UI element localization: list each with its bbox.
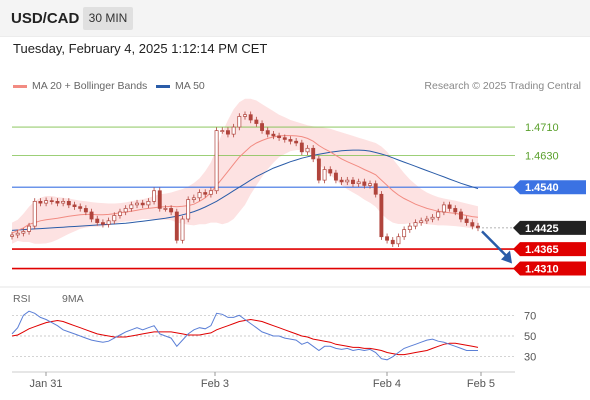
candle-body xyxy=(430,216,435,220)
candle-body xyxy=(89,211,94,220)
candle-body xyxy=(146,200,151,206)
candle-body xyxy=(55,200,60,204)
candle-body xyxy=(118,211,122,216)
candle-body xyxy=(15,232,20,236)
candle-body xyxy=(203,192,208,195)
candle-body xyxy=(464,218,469,223)
candle-body xyxy=(351,179,355,185)
candle-body xyxy=(112,215,117,222)
candle-body xyxy=(294,140,299,144)
candle-body xyxy=(362,181,367,186)
candle-body xyxy=(339,179,344,183)
candle-body xyxy=(373,183,378,195)
candle-body xyxy=(237,116,242,128)
candle-body xyxy=(208,190,213,195)
candle-body xyxy=(27,225,31,232)
forecast-arrow xyxy=(481,230,508,258)
candle-body xyxy=(226,130,230,135)
current-price-label: 1.4425 xyxy=(525,223,559,235)
candle-body xyxy=(152,190,157,202)
candle-body xyxy=(333,172,338,181)
x-tick-label: Feb 3 xyxy=(201,378,229,390)
candle-body xyxy=(345,179,350,183)
candle-body xyxy=(436,211,441,218)
price-chart: 1.4710 1.4630 1.4540 1.4365 1.4310 1.4425 70 50… xyxy=(0,98,590,390)
candle-body xyxy=(191,197,196,200)
candle-body xyxy=(21,231,26,234)
candle-body xyxy=(231,126,236,135)
candle-body xyxy=(180,218,185,241)
level-label: 1.4710 xyxy=(525,122,559,134)
candle-body xyxy=(163,208,168,210)
candle-body xyxy=(106,220,111,225)
candle-body xyxy=(140,202,145,206)
candle-body xyxy=(260,123,264,131)
level-label: 1.4540 xyxy=(525,182,559,194)
candle-body xyxy=(424,218,429,222)
rsi-tick-label: 70 xyxy=(524,310,536,322)
rsi-tick-label: 30 xyxy=(524,352,536,364)
candle-body xyxy=(407,225,412,230)
candle-body xyxy=(447,204,452,209)
candle-body xyxy=(441,204,446,213)
rsi-line xyxy=(11,310,478,361)
candle-body xyxy=(123,208,128,213)
candle-body xyxy=(379,193,384,238)
x-tick-label: Feb 5 xyxy=(467,378,495,390)
candle-body xyxy=(248,114,253,121)
candle-body xyxy=(419,220,424,223)
candle-body xyxy=(49,200,54,202)
candle-body xyxy=(299,142,304,153)
candle-body xyxy=(265,130,270,135)
candle-body xyxy=(95,218,100,223)
candle-body xyxy=(83,208,88,213)
candle-body xyxy=(322,169,327,181)
candle-body xyxy=(316,158,321,181)
candle-body xyxy=(368,183,372,186)
candle-body xyxy=(72,204,77,208)
candle-body xyxy=(186,199,191,220)
candle-body xyxy=(271,133,276,137)
candle-body xyxy=(243,114,247,117)
candle-body xyxy=(254,119,259,124)
candle-body xyxy=(197,192,202,199)
candle-body xyxy=(282,137,287,140)
candle-body xyxy=(135,202,139,206)
candle-body xyxy=(174,211,179,241)
candle-body xyxy=(157,190,162,209)
candle-body xyxy=(356,181,361,185)
candle-body xyxy=(396,236,401,245)
candle-body xyxy=(470,222,475,227)
candle-body xyxy=(277,135,282,139)
x-tick-label: Feb 4 xyxy=(373,378,401,390)
bollinger-band xyxy=(12,98,478,244)
rsi-tick-label: 50 xyxy=(524,331,536,343)
level-label: 1.4630 xyxy=(525,150,559,162)
candle-body xyxy=(220,130,225,132)
candle-body xyxy=(402,229,407,238)
candle-body xyxy=(38,200,43,204)
candle-body xyxy=(10,234,14,237)
x-tick-label: Jan 31 xyxy=(29,378,62,390)
candle-body xyxy=(311,147,316,160)
candle-body xyxy=(66,200,71,206)
candle-body xyxy=(328,169,333,174)
candle-body xyxy=(32,200,37,227)
candle-body xyxy=(453,208,458,213)
candle-body xyxy=(459,211,463,220)
candle-body xyxy=(61,200,66,204)
candle-body xyxy=(169,208,174,213)
candle-body xyxy=(385,236,390,241)
level-label: 1.4365 xyxy=(525,244,559,256)
candle-body xyxy=(390,239,395,245)
level-label: 1.4310 xyxy=(525,264,559,276)
candle-body xyxy=(305,147,310,153)
candle-body xyxy=(44,200,49,204)
candle-body xyxy=(78,206,83,209)
candle-body xyxy=(214,130,219,192)
candle-body xyxy=(129,204,134,209)
candle-body xyxy=(288,139,293,142)
candle-body xyxy=(413,222,418,227)
candle-body xyxy=(100,222,105,225)
